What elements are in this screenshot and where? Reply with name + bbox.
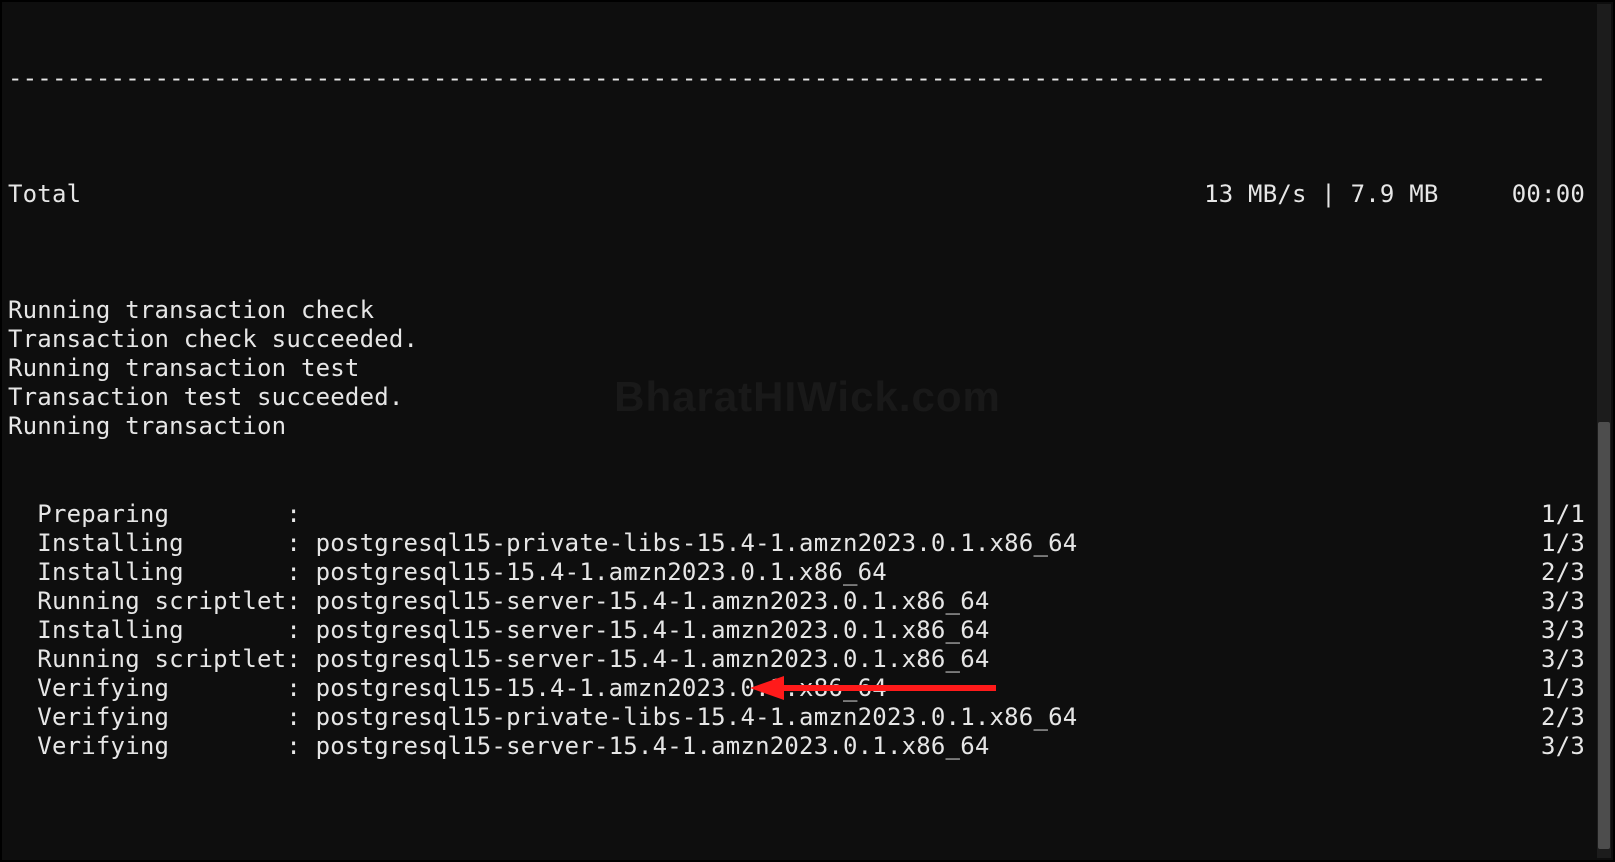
transaction-row: Running scriptlet: postgresql15-server-1… — [8, 645, 1595, 674]
transaction-text: Installing : postgresql15-private-libs-1… — [8, 529, 1077, 558]
transaction-row: Installing : postgresql15-server-15.4-1.… — [8, 616, 1595, 645]
transaction-text: Verifying : postgresql15-private-libs-15… — [8, 703, 1077, 732]
transaction-text: Verifying : postgresql15-15.4-1.amzn2023… — [8, 674, 887, 703]
transaction-text: Running scriptlet: postgresql15-server-1… — [8, 645, 990, 674]
output-line: Running transaction check — [8, 296, 1595, 325]
transaction-counter: 3/3 — [1541, 732, 1595, 761]
output-line: Transaction check succeeded. — [8, 325, 1595, 354]
transaction-row: Verifying : postgresql15-private-libs-15… — [8, 703, 1595, 732]
transaction-text: Installing : postgresql15-server-15.4-1.… — [8, 616, 990, 645]
transaction-row: Verifying : postgresql15-server-15.4-1.a… — [8, 732, 1595, 761]
transaction-counter: 2/3 — [1541, 558, 1595, 587]
total-row: Total 13 MB/s | 7.9 MB 00:00 — [8, 180, 1595, 209]
output-line: Running transaction — [8, 412, 1595, 441]
transaction-counter: 3/3 — [1541, 645, 1595, 674]
transaction-counter: 3/3 — [1541, 616, 1595, 645]
separator-line: ----------------------------------------… — [8, 64, 1595, 93]
transaction-counter: 2/3 — [1541, 703, 1595, 732]
transaction-row: Running scriptlet: postgresql15-server-1… — [8, 587, 1595, 616]
output-line: Transaction test succeeded. — [8, 383, 1595, 412]
scrollbar-thumb[interactable] — [1598, 422, 1610, 849]
transaction-row: Verifying : postgresql15-15.4-1.amzn2023… — [8, 674, 1595, 703]
scrollbar-track[interactable] — [1597, 4, 1611, 858]
transaction-text: Preparing : — [8, 500, 301, 529]
terminal-window: BharatHIWick.com -----------------------… — [0, 0, 1615, 862]
transaction-text: Installing : postgresql15-15.4-1.amzn202… — [8, 558, 887, 587]
transaction-row: Installing : postgresql15-private-libs-1… — [8, 529, 1595, 558]
transaction-counter: 1/3 — [1541, 674, 1595, 703]
output-line: Running transaction test — [8, 354, 1595, 383]
total-label: Total — [8, 180, 81, 209]
total-stats: 13 MB/s | 7.9 MB 00:00 — [1204, 180, 1595, 209]
transaction-counter: 1/3 — [1541, 529, 1595, 558]
transaction-row: Installing : postgresql15-15.4-1.amzn202… — [8, 558, 1595, 587]
transaction-counter: 3/3 — [1541, 587, 1595, 616]
terminal-output[interactable]: ----------------------------------------… — [2, 2, 1597, 860]
transaction-text: Verifying : postgresql15-server-15.4-1.a… — [8, 732, 990, 761]
transaction-counter: 1/1 — [1541, 500, 1595, 529]
transaction-row: Preparing : 1/1 — [8, 500, 1595, 529]
transaction-text: Running scriptlet: postgresql15-server-1… — [8, 587, 990, 616]
blank-line — [8, 848, 1595, 862]
